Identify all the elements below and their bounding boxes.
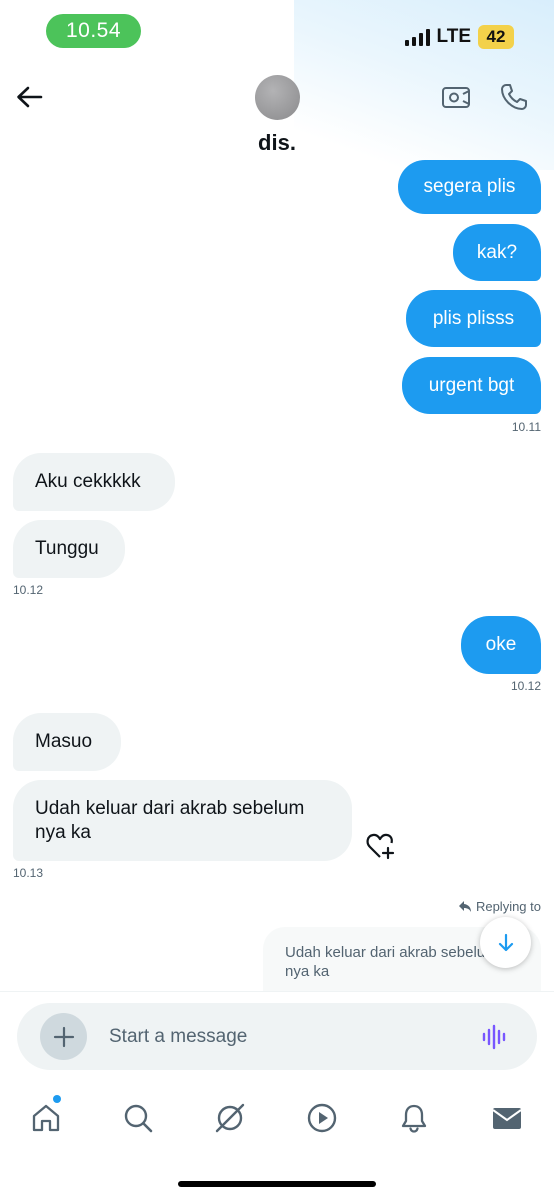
replying-to-text: Replying to	[475, 899, 541, 914]
nav-search[interactable]	[118, 1098, 158, 1138]
message-outgoing[interactable]: oke	[461, 616, 541, 674]
composer-divider	[0, 991, 554, 992]
voice-call-button[interactable]	[497, 80, 531, 114]
battery-badge: 42	[478, 25, 514, 49]
signal-icon	[404, 28, 430, 46]
arrow-down-icon	[498, 933, 513, 951]
bell-icon	[401, 1104, 427, 1133]
grok-icon	[215, 1103, 245, 1133]
message-outgoing[interactable]: urgent bgt	[402, 357, 541, 414]
waveform-icon	[482, 1024, 506, 1050]
nav-messages[interactable]	[487, 1098, 527, 1138]
message-incoming[interactable]: Udah keluar dari akrab sebelum nya ka	[13, 780, 352, 861]
message-outgoing[interactable]: plis plisss	[406, 290, 541, 347]
contact-name[interactable]: dis.	[0, 130, 554, 156]
voice-message-button[interactable]	[477, 1019, 513, 1055]
mail-icon	[492, 1108, 522, 1129]
add-media-button[interactable]	[40, 1013, 87, 1060]
video-call-button[interactable]	[440, 80, 474, 114]
video-play-icon	[307, 1103, 337, 1133]
home-indicator	[178, 1181, 376, 1187]
search-icon	[124, 1104, 153, 1133]
back-button[interactable]	[12, 80, 46, 114]
replying-to-label: Replying to	[458, 899, 541, 914]
reply-arrow-icon	[458, 901, 471, 912]
video-camera-icon	[442, 87, 470, 108]
message-timestamp: 10.12	[510, 679, 541, 693]
message-timestamp: 10.13	[13, 866, 44, 880]
plus-icon	[53, 1026, 74, 1047]
message-incoming[interactable]: Masuo	[13, 713, 121, 771]
message-timestamp: 10.11	[511, 420, 541, 434]
nav-video[interactable]	[302, 1098, 342, 1138]
nav-notifications[interactable]	[394, 1098, 434, 1138]
react-button[interactable]	[364, 829, 398, 863]
home-icon	[32, 1104, 60, 1132]
message-timestamp: 10.12	[13, 583, 44, 597]
avatar[interactable]	[255, 75, 300, 120]
message-input[interactable]	[109, 1023, 449, 1050]
composer	[17, 1003, 537, 1070]
status-indicators: LTE 42	[404, 22, 514, 52]
message-incoming[interactable]: Tunggu	[13, 520, 125, 578]
nav-home[interactable]	[26, 1098, 66, 1138]
status-time: 10.54	[46, 14, 141, 48]
message-incoming[interactable]: Aku cekkkkk	[13, 453, 175, 511]
phone-icon	[501, 84, 527, 110]
network-label: LTE	[436, 26, 471, 47]
arrow-left-icon	[17, 86, 43, 108]
nav-grok[interactable]	[210, 1098, 250, 1138]
message-outgoing[interactable]: kak?	[453, 224, 541, 281]
scroll-to-bottom-button[interactable]	[480, 917, 531, 968]
notification-dot	[53, 1095, 61, 1103]
message-outgoing[interactable]: segera plis	[398, 160, 541, 214]
bottom-navigation	[0, 1090, 554, 1146]
heart-plus-icon	[366, 833, 395, 860]
